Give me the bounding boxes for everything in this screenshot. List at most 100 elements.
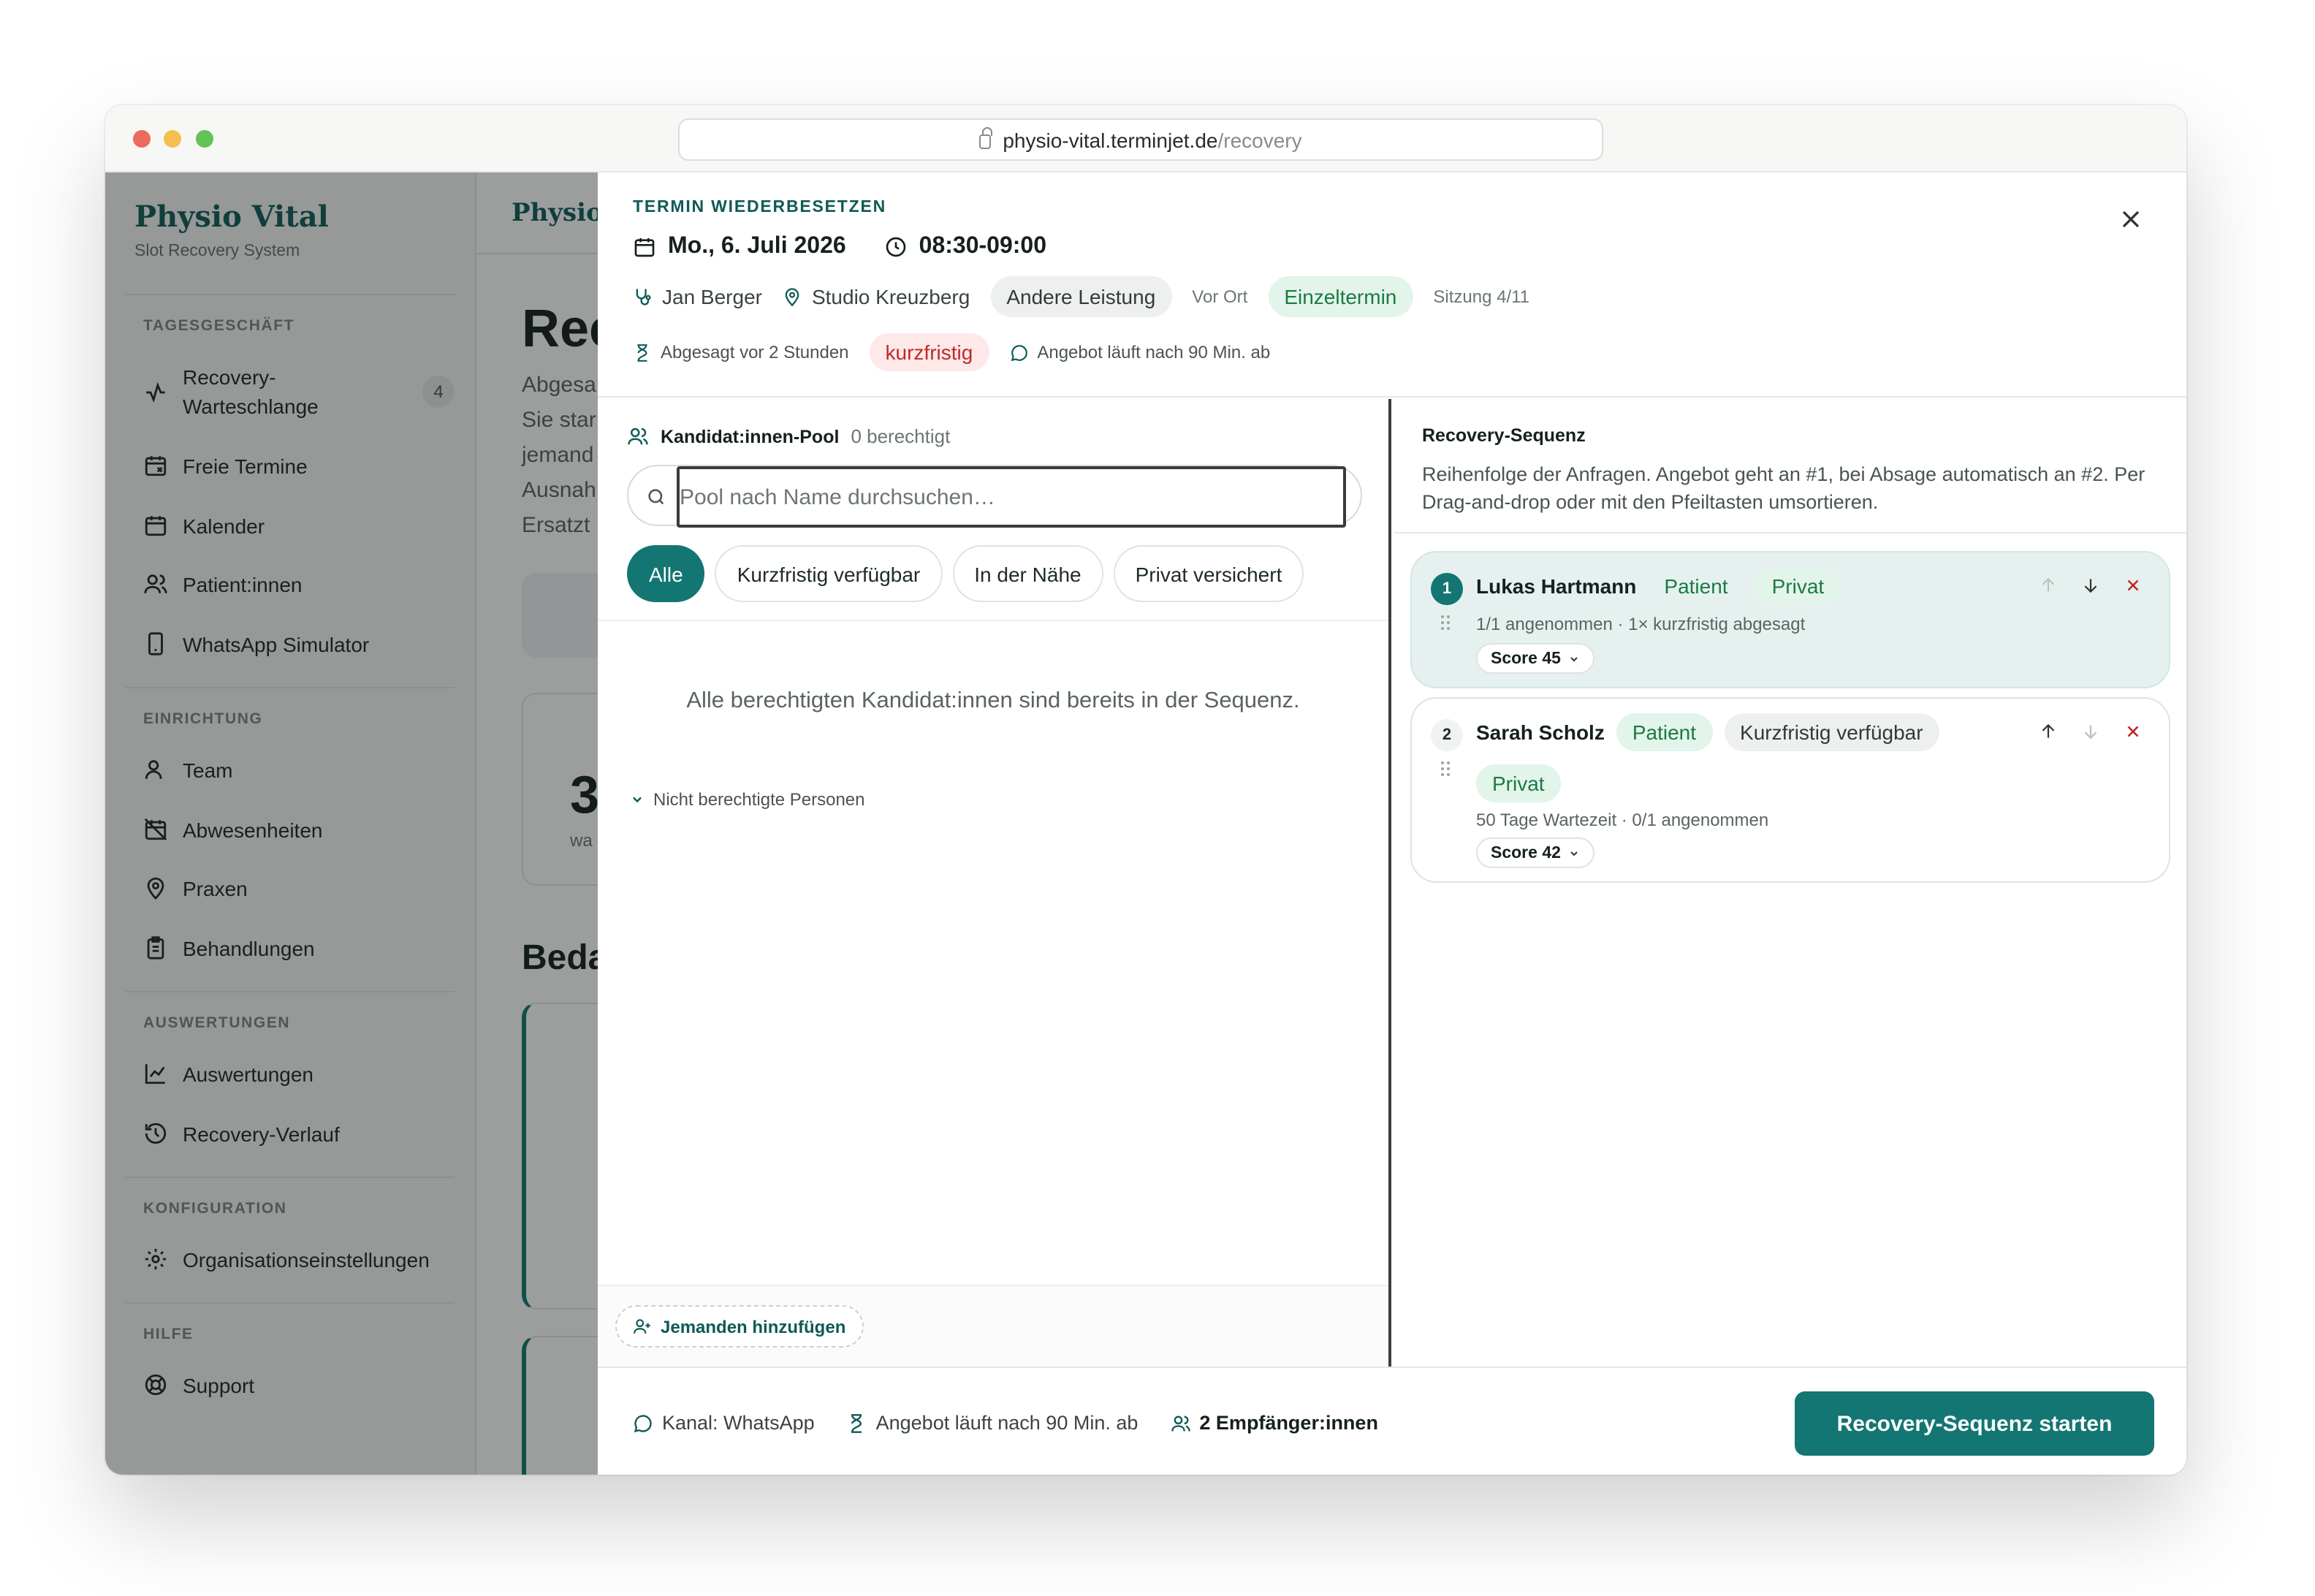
candidate-detail: 1/1 angenommen · 1× kurzfristig abgesagt (1476, 614, 1806, 634)
score-toggle[interactable]: Score 45 (1476, 643, 1594, 674)
lock-icon (979, 127, 992, 149)
expiry-info: Angebot läuft nach 90 Min. ab (847, 1412, 1139, 1434)
location: Studio Kreuzberg (783, 285, 970, 308)
drag-handle-icon[interactable] (1440, 614, 1451, 631)
add-person-button[interactable]: Jemanden hinzufügen (615, 1305, 864, 1348)
cancellation-meta: Abgesagt vor 2 Stunden kurzfristig Angeb… (633, 333, 1270, 371)
browser-titlebar: physio-vital.terminjet.de/recovery (105, 105, 2186, 172)
appointment-meta: Jan Berger Studio Kreuzberg Andere Leist… (633, 276, 1529, 317)
arrow-down-icon[interactable] (2081, 576, 2100, 595)
rank-badge: 1 (1431, 573, 1463, 605)
appointment-datetime: Mo., 6. Juli 2026 08:30-09:00 (633, 234, 1046, 260)
entry-header: Sarah Scholz Patient Kurzfristig verfügb… (1476, 713, 1939, 751)
divider (1394, 532, 2186, 533)
users-icon (628, 428, 648, 445)
recipients-label: 2 Empfänger:innen (1199, 1412, 1378, 1434)
expiry-label: Angebot läuft nach 90 Min. ab (875, 1412, 1139, 1434)
tag-patient: Patient (1664, 574, 1728, 598)
filter-all[interactable]: Alle (627, 545, 705, 602)
chevron-down-icon (1570, 656, 1578, 661)
rank-badge: 2 (1431, 719, 1463, 751)
filter-short-notice[interactable]: Kurzfristig verfügbar (715, 545, 943, 602)
footer-info: Kanal: WhatsApp Angebot läuft nach 90 Mi… (633, 1412, 1378, 1434)
recipients-info: 2 Empfänger:innen (1170, 1412, 1378, 1434)
offer-expiry: Angebot läuft nach 90 Min. ab (1009, 342, 1270, 362)
chevron-down-icon (1570, 851, 1578, 856)
modal-eyebrow: TERMIN WIEDERBESETZEN (633, 199, 887, 216)
hourglass-icon (851, 1413, 862, 1432)
score-toggle[interactable]: Score 42 (1476, 837, 1594, 868)
appointment-time: 08:30-09:00 (919, 234, 1046, 259)
arrow-up-icon[interactable] (2039, 576, 2058, 595)
entry-actions (2039, 722, 2143, 741)
channel-info: Kanal: WhatsApp (633, 1412, 815, 1434)
appointment-date: Mo., 6. Juli 2026 (668, 234, 846, 259)
tag-patient: Patient (1616, 713, 1713, 751)
users-icon (1171, 1415, 1190, 1431)
modal-backdrop[interactable] (105, 172, 598, 1475)
tag-short-notice: Kurzfristig verfügbar (1724, 713, 1939, 751)
cancelled-text: Abgesagt vor 2 Stunden (661, 342, 849, 362)
divider (598, 620, 1388, 621)
close-icon[interactable] (2116, 205, 2145, 234)
entry-actions (2039, 576, 2143, 595)
message-circle-icon (1011, 344, 1027, 361)
cancelled-info: Abgesagt vor 2 Stunden (633, 342, 849, 362)
minimize-window-button[interactable] (164, 130, 181, 148)
url-path: /recovery (1217, 128, 1302, 151)
arrow-up-icon[interactable] (2039, 722, 2058, 741)
candidate-pool-panel: Kandidat:innen-Pool 0 berechtigt Pool na… (598, 399, 1391, 1367)
modal-header: TERMIN WIEDERBESETZEN Mo., 6. Juli 2026 … (598, 172, 2186, 398)
sequence-title: Recovery-Sequenz (1422, 425, 1586, 446)
clock-icon (886, 237, 905, 257)
filter-private[interactable]: Privat versichert (1113, 545, 1304, 602)
chevron-down-icon (633, 797, 642, 803)
sequence-entry[interactable]: 1 Lukas Hartmann Patient Privat 1/1 ange… (1410, 551, 2170, 688)
calendar-icon (634, 238, 655, 257)
url-host: physio-vital.terminjet.de (1003, 128, 1218, 151)
session-label: Sitzung 4/11 (1433, 286, 1530, 307)
empty-state: Alle berechtigten Kandidat:innen sind be… (686, 688, 1300, 713)
pool-count: 0 berechtigt (851, 425, 951, 447)
pool-filters: Alle Kurzfristig verfügbar In der Nähe P… (627, 545, 1304, 602)
add-person-label: Jemanden hinzufügen (661, 1316, 846, 1337)
mode-label: Vor Ort (1192, 286, 1248, 307)
modal-footer: Kanal: WhatsApp Angebot läuft nach 90 Mi… (598, 1367, 2186, 1475)
search-input[interactable]: Pool nach Name durchsuchen… (677, 466, 1346, 528)
candidate-name: Lukas Hartmann (1476, 574, 1637, 598)
remove-icon[interactable] (2124, 722, 2143, 741)
browser-window: physio-vital.terminjet.de/recovery Physi… (105, 105, 2186, 1475)
tag-private: Privat (1755, 567, 1841, 605)
maximize-window-button[interactable] (196, 130, 213, 148)
pool-footer: Jemanden hinzufügen (598, 1285, 1388, 1367)
drag-handle-icon[interactable] (1440, 760, 1451, 778)
not-eligible-label: Nicht berechtigte Personen (653, 789, 865, 810)
hourglass-icon (637, 343, 647, 361)
start-sequence-button[interactable]: Recovery-Sequenz starten (1795, 1391, 2154, 1456)
score-label: Score 45 (1491, 650, 1561, 667)
pool-search: Pool nach Name durchsuchen… (627, 465, 1362, 528)
search-icon (648, 489, 664, 505)
message-circle-icon (634, 1414, 652, 1432)
therapist-name: Jan Berger (662, 285, 762, 308)
sequence-description: Reihenfolge der Anfragen. Angebot geht a… (1422, 463, 2145, 513)
remove-icon[interactable] (2124, 576, 2143, 595)
pool-title: Kandidat:innen-Pool (661, 426, 840, 446)
map-pin-icon (786, 288, 800, 307)
urgency-badge: kurzfristig (869, 333, 989, 371)
pool-header: Kandidat:innen-Pool 0 berechtigt (627, 425, 950, 447)
arrow-down-icon[interactable] (2081, 722, 2100, 741)
not-eligible-toggle[interactable]: Nicht berechtigte Personen (630, 789, 865, 810)
type-badge: Einzeltermin (1268, 276, 1413, 317)
therapist: Jan Berger (633, 285, 762, 308)
channel-label: Kanal: WhatsApp (662, 1412, 815, 1434)
address-bar[interactable]: physio-vital.terminjet.de/recovery (678, 118, 1603, 161)
tag-private: Privat (1476, 764, 1561, 802)
close-window-button[interactable] (133, 130, 151, 148)
entry-header: Lukas Hartmann Patient Privat (1476, 567, 1841, 605)
candidate-detail: 50 Tage Wartezeit · 0/1 angenommen (1476, 810, 1769, 830)
candidate-name: Sarah Scholz (1476, 721, 1605, 744)
filter-nearby[interactable]: In der Nähe (952, 545, 1103, 602)
sequence-entry[interactable]: 2 Sarah Scholz Patient Kurzfristig verfü… (1410, 697, 2170, 883)
location-name: Studio Kreuzberg (811, 285, 970, 308)
